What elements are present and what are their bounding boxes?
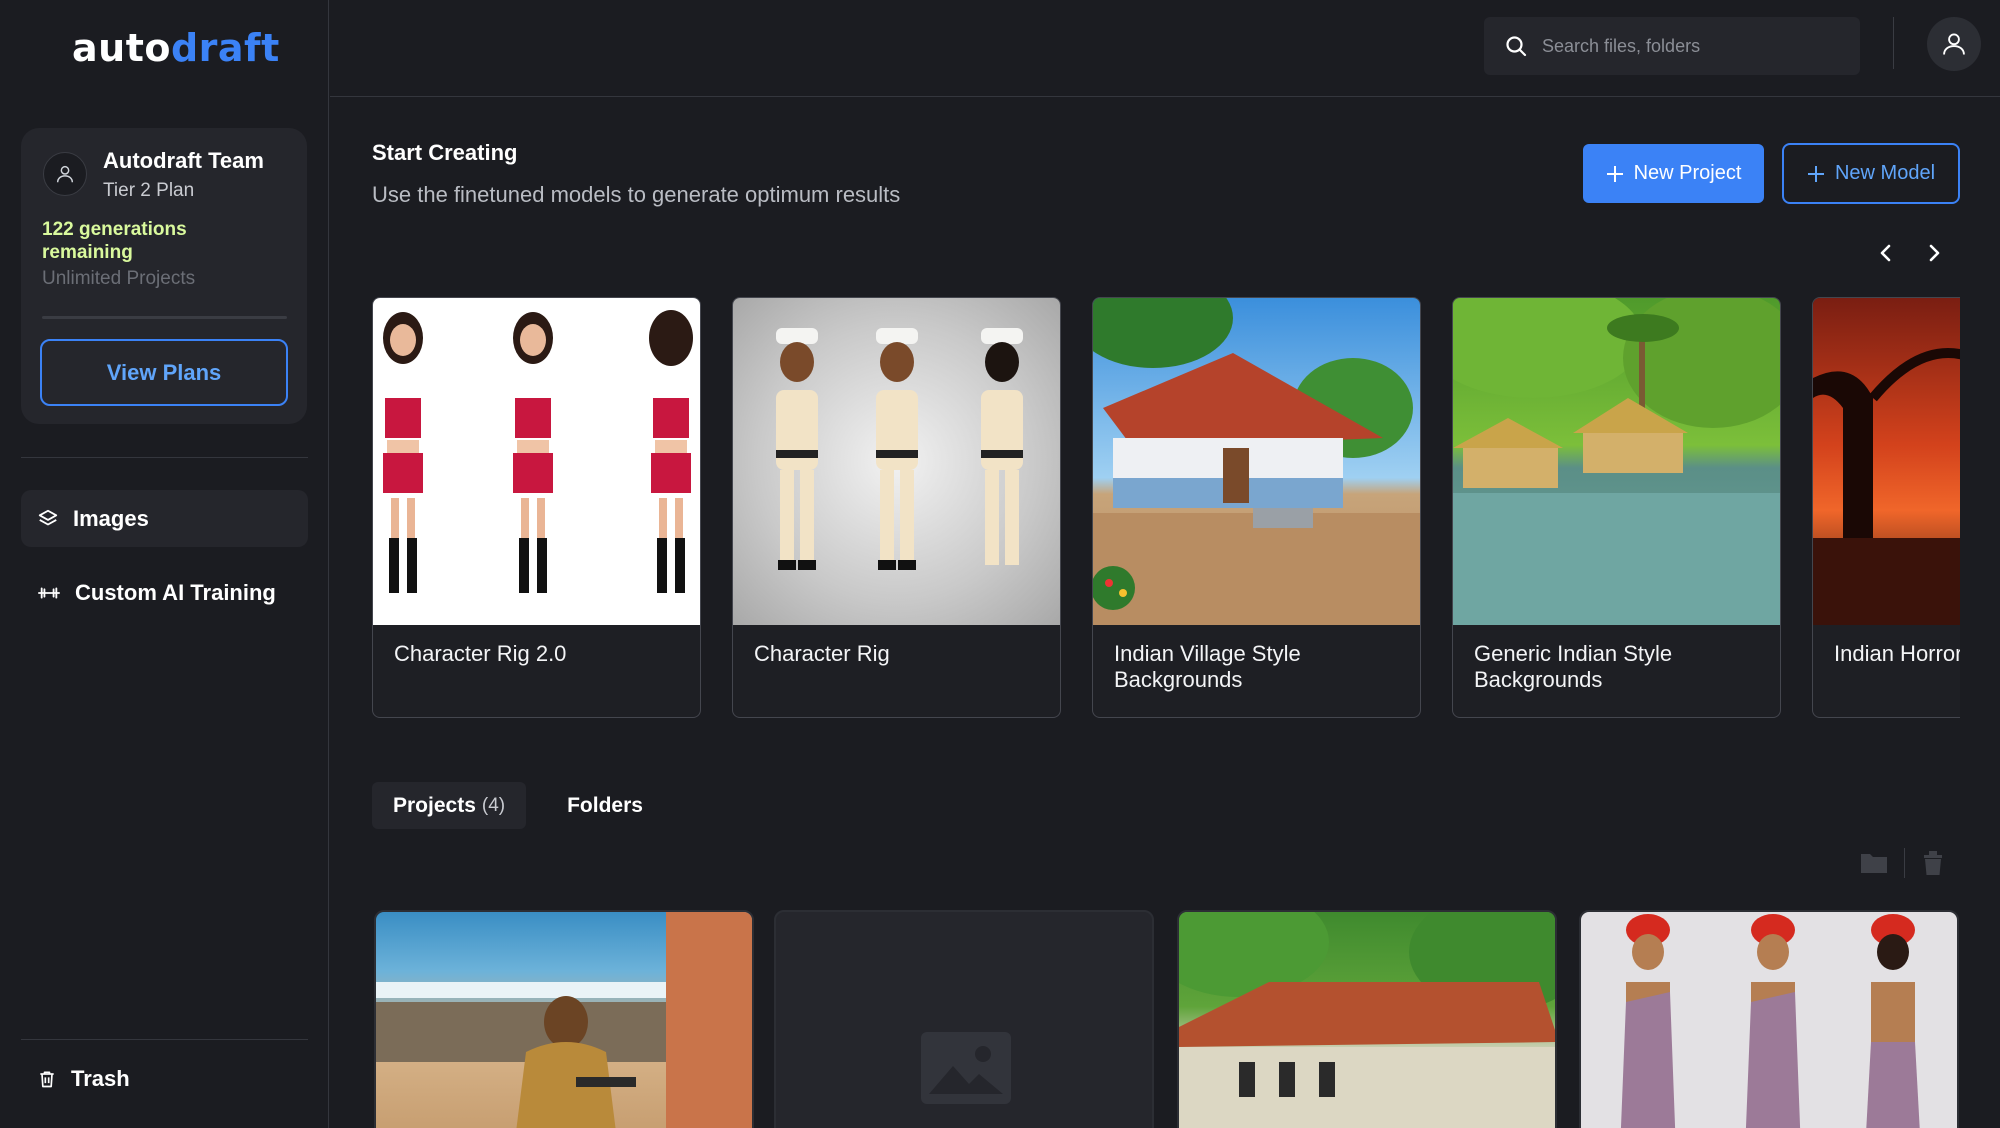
model-card-character-rig[interactable]: Character Rig [732,297,1061,718]
model-card-label: Character Rig 2.0 [394,641,567,666]
indian-horror-image [1813,348,1960,625]
sidebar-item-trash[interactable]: Trash [21,1050,308,1107]
generations-remaining: 122 generations remaining [42,219,187,263]
profile-avatar-button[interactable] [1927,17,1981,71]
tab-count: (4) [481,794,506,816]
sidebar-item-images[interactable]: Images [21,490,308,547]
account-divider [42,316,287,319]
tab-folders[interactable]: Folders [546,782,664,829]
move-to-folder-button[interactable] [1860,850,1888,879]
project-tabs: Projects (4) Folders [372,782,664,829]
new-model-label: New Model [1834,162,1936,184]
model-thumbnail [1813,298,1960,625]
sidebar-divider [21,457,308,458]
generic-indian-image [1453,298,1780,625]
character-rig-2-image [383,310,693,593]
project-card-empty[interactable] [774,910,1154,1128]
delete-button[interactable] [1922,850,1944,881]
logo-text-draft: draft [170,26,280,70]
model-card-label: Indian Village Style Backgrounds [1114,641,1301,692]
tab-label: Folders [567,793,643,817]
page-subtitle: Use the finetuned models to generate opt… [372,182,901,207]
carousel-next-button[interactable] [1919,238,1949,268]
user-icon [56,165,74,183]
sidebar-item-label: Images [73,505,149,531]
model-card-generic-indian[interactable]: Generic Indian Style Backgrounds [1452,297,1781,718]
header-divider [1893,17,1894,69]
new-model-button[interactable]: New Model [1782,143,1960,204]
sidebar-item-custom-ai-training[interactable]: Custom AI Training [21,564,308,621]
account-name: Autodraft Team [103,148,264,173]
project-card[interactable] [1177,910,1557,1128]
plus-icon [1606,165,1623,182]
chevron-left-icon [1880,244,1891,262]
model-card-indian-horror[interactable]: Indian Horror Backgrounds [1812,297,1960,718]
model-card-indian-village[interactable]: Indian Village Style Backgrounds [1092,297,1421,718]
project-card[interactable] [1579,910,1959,1128]
app-logo[interactable]: autodraft [72,26,280,70]
model-thumbnail [373,298,700,625]
image-placeholder-icon [921,1032,1011,1104]
toolbar-divider [1904,848,1905,878]
chevron-right-icon [1929,244,1940,262]
new-project-label: New Project [1633,162,1742,184]
account-avatar [43,152,87,196]
model-card-label: Generic Indian Style Backgrounds [1474,641,1673,692]
search-input[interactable] [1542,35,1842,57]
dumbbell-icon [38,587,60,598]
projects-limit: Unlimited Projects [42,268,196,289]
search-box[interactable] [1484,17,1860,75]
plus-icon [1807,165,1824,182]
model-card-label: Character Rig [754,641,890,666]
project-card[interactable] [374,910,754,1128]
trash-icon [40,1071,54,1087]
sidebar-divider-bottom [21,1039,308,1040]
project-thumbnail [1179,912,1555,1128]
new-project-button[interactable]: New Project [1583,144,1764,203]
user-icon [1943,33,1965,55]
account-card: Autodraft Team Tier 2 Plan 122 generatio… [21,128,307,424]
view-plans-button[interactable]: View Plans [40,339,288,406]
character-rig-image [776,328,1023,570]
search-icon [1506,36,1527,57]
logo-text-auto: auto [72,26,171,70]
tab-projects[interactable]: Projects (4) [372,782,527,829]
model-carousel: Character Rig 2.0 Character Rig Indian V… [372,297,1960,718]
sidebar: autodraft Autodraft Team Tier 2 Plan 122… [0,0,329,1128]
model-card-label: Indian Horror Backgrounds [1834,641,1960,666]
page-title: Start Creating [372,140,518,165]
folder-icon [1861,854,1887,873]
sidebar-item-label: Custom AI Training [75,579,276,605]
carousel-prev-button[interactable] [1871,238,1901,268]
tab-label: Projects [393,793,476,817]
model-thumbnail [1093,298,1420,625]
indian-village-image [1093,298,1420,625]
account-plan: Tier 2 Plan [103,180,195,201]
trash-icon [1924,851,1942,875]
model-card-character-rig-2[interactable]: Character Rig 2.0 [372,297,701,718]
model-thumbnail [733,298,1060,625]
sidebar-item-label: Trash [71,1065,130,1091]
project-thumbnail [1620,914,1920,1128]
layers-icon [38,509,58,525]
model-thumbnail [1453,298,1780,625]
top-header [330,0,2000,97]
project-thumbnail [376,912,752,1128]
